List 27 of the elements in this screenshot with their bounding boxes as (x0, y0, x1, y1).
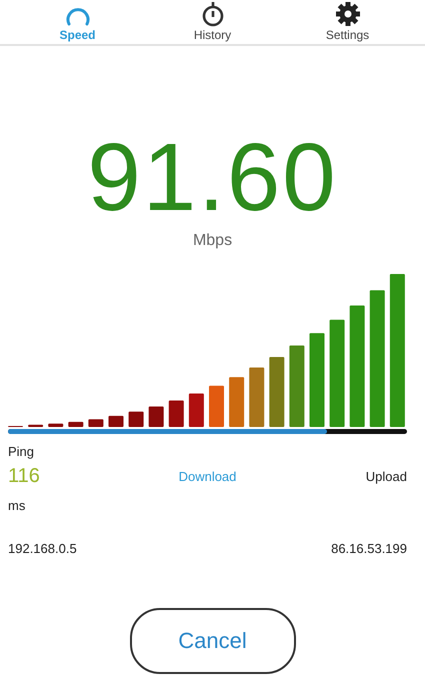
phase-label: Upload (364, 469, 407, 484)
graph-bar (229, 377, 244, 427)
graph-bar (249, 367, 264, 427)
graph-bar (128, 412, 144, 427)
ping-value: 116 (8, 465, 41, 488)
graph-bar (148, 406, 164, 427)
tab[interactable]: Settings (302, 0, 392, 44)
ping-label: Ping (8, 444, 34, 459)
local-ip: 192.168.0.5 (8, 541, 77, 556)
graph-bar (108, 416, 124, 427)
speed-unit: Mbps (192, 232, 234, 250)
speed-value: 91.60 (86, 128, 339, 228)
graph-bar (188, 394, 204, 427)
ping-unit: ms (8, 498, 26, 513)
graph-bar (269, 356, 284, 427)
graph-bar (88, 419, 104, 427)
graph-bar (48, 424, 64, 427)
graph-bar (209, 386, 224, 427)
cancel-button[interactable]: Cancel (130, 608, 296, 674)
graph-bar (168, 400, 184, 427)
server-ip: 86.16.53.199 (331, 541, 407, 556)
graph-bar (68, 422, 84, 427)
tab[interactable]: History (168, 0, 258, 44)
stopwatch-icon (200, 1, 224, 27)
gauge-icon (64, 5, 90, 27)
graph-bar (28, 424, 44, 427)
phase-label: Download (178, 469, 236, 484)
